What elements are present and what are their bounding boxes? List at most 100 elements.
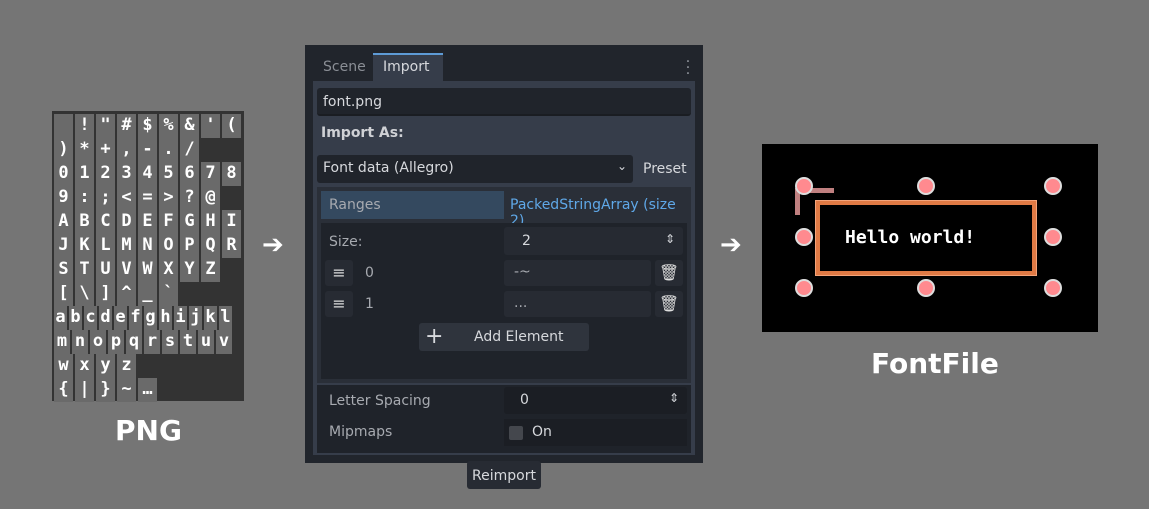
tab-scene[interactable]: Scene xyxy=(313,53,376,81)
glyph: @ xyxy=(201,186,220,210)
glyph: v xyxy=(216,330,232,354)
file-name-field: font.png xyxy=(317,88,691,116)
resize-handle[interactable] xyxy=(917,279,935,297)
glyph: 7 xyxy=(201,162,220,186)
glyph: B xyxy=(75,210,94,234)
resize-handle[interactable] xyxy=(1044,177,1062,195)
glyph: U xyxy=(96,258,115,282)
preset-button[interactable]: Preset xyxy=(643,161,687,177)
glyph: f xyxy=(129,306,142,330)
glyph: Z xyxy=(201,258,220,282)
tab-import[interactable]: Import xyxy=(373,53,443,81)
glyph: R xyxy=(222,234,241,258)
glyph: F xyxy=(159,210,178,234)
menu-kebab-icon[interactable]: · · · xyxy=(685,55,691,81)
glyph: u xyxy=(198,330,214,354)
glyph: - xyxy=(138,138,157,162)
glyph: q xyxy=(126,330,142,354)
element-value-field[interactable]: -~ xyxy=(504,260,651,286)
size-label: Size: xyxy=(329,234,363,250)
resize-handle[interactable] xyxy=(795,279,813,297)
resize-handle[interactable] xyxy=(795,228,813,246)
glyph: E xyxy=(138,210,157,234)
png-font-sheet: ! " # $% & '() * +, -./0 1 2 3 4 5 6 7 8 9:; < = >? @ A B C D E F G H… xyxy=(52,111,244,402)
glyph: O xyxy=(159,234,178,258)
preview-text: Hello world! xyxy=(845,227,976,248)
glyph: n xyxy=(72,330,88,354)
glyph: : xyxy=(75,186,94,210)
glyph: ' xyxy=(201,114,220,138)
glyph: [ xyxy=(54,282,73,306)
letter-spacing-spinbox[interactable]: 0 ⇕ xyxy=(504,387,687,414)
glyph: ; xyxy=(96,186,115,210)
mipmaps-toggle[interactable]: On xyxy=(504,419,687,446)
reimport-label: Reimport xyxy=(472,468,536,484)
import-as-dropdown[interactable]: Font data (Allegro) ⌄ xyxy=(317,155,633,183)
fontfile-caption: FontFile xyxy=(871,347,999,380)
drag-handle-icon[interactable]: ≡ xyxy=(325,291,353,317)
glyph: , xyxy=(117,138,136,162)
element-value-field[interactable]: ... xyxy=(504,291,651,317)
glyph: I xyxy=(222,210,241,234)
ranges-array-editor: Size: 2 ⇕ ≡ 0 -~ 🗑 ≡ 1 ... 🗑 + Add Eleme… xyxy=(321,223,687,379)
add-element-button[interactable]: + Add Element xyxy=(419,323,589,351)
glyph: ! xyxy=(75,114,94,138)
glyph: < xyxy=(117,186,136,210)
glyph: j xyxy=(189,306,202,330)
glyph: e xyxy=(114,306,127,330)
letter-spacing-value: 0 xyxy=(520,392,529,408)
size-value: 2 xyxy=(522,233,531,249)
glyph: ~ xyxy=(117,378,136,402)
glyph: S xyxy=(54,258,73,282)
glyph: N xyxy=(138,234,157,258)
glyph: ) xyxy=(54,138,73,162)
glyph: W xyxy=(138,258,157,282)
glyph: l xyxy=(219,306,232,330)
glyph-row: mnopqrstuv xyxy=(54,330,242,354)
size-spinbox[interactable]: 2 ⇕ xyxy=(504,227,683,255)
glyph: 2 xyxy=(96,162,115,186)
glyph: C xyxy=(96,210,115,234)
glyph: | xyxy=(75,378,94,402)
plus-icon: + xyxy=(425,324,444,349)
glyph: Y xyxy=(180,258,199,282)
glyph: y xyxy=(96,354,115,378)
drag-handle-icon[interactable]: ≡ xyxy=(325,260,353,286)
checkbox[interactable] xyxy=(509,426,523,440)
spin-arrows-icon: ⇕ xyxy=(668,391,679,405)
glyph: A xyxy=(54,210,73,234)
glyph: > xyxy=(159,186,178,210)
glyph: g xyxy=(144,306,157,330)
glyph: d xyxy=(99,306,112,330)
glyph-row: STUVWXYZ xyxy=(54,258,242,282)
trash-icon[interactable]: 🗑 xyxy=(655,291,683,317)
glyph: p xyxy=(108,330,124,354)
mipmaps-value: On xyxy=(532,424,552,440)
fontfile-preview: Hello world! xyxy=(762,144,1098,332)
glyph: r xyxy=(144,330,160,354)
element-value: ... xyxy=(514,295,528,311)
glyph: / xyxy=(180,138,199,162)
chevron-down-icon: ⌄ xyxy=(616,159,627,173)
resize-handle[interactable] xyxy=(1044,279,1062,297)
glyph: a xyxy=(54,306,67,330)
glyph: ^ xyxy=(117,282,136,306)
glyph: $ xyxy=(138,114,157,138)
resize-handle[interactable] xyxy=(1044,228,1062,246)
glyph: ] xyxy=(96,282,115,306)
reimport-button[interactable]: Reimport xyxy=(467,461,541,489)
trash-icon[interactable]: 🗑 xyxy=(655,260,683,286)
resize-handle[interactable] xyxy=(917,177,935,195)
glyph: 3 xyxy=(117,162,136,186)
glyph: x xyxy=(75,354,94,378)
glyph: + xyxy=(96,138,115,162)
resize-handle[interactable] xyxy=(795,177,813,195)
import-as-value: Font data (Allegro) xyxy=(323,160,454,176)
ranges-label: Ranges xyxy=(329,197,381,213)
ranges-label-cell: Ranges xyxy=(321,191,504,219)
glyph: … xyxy=(138,378,157,402)
spin-arrows-icon: ⇕ xyxy=(664,232,675,246)
import-dock: Scene Import · · · font.png Import As: Fon… xyxy=(305,45,703,489)
glyph: z xyxy=(117,354,136,378)
glyph-row: 9:; < = >? @ xyxy=(54,186,242,210)
